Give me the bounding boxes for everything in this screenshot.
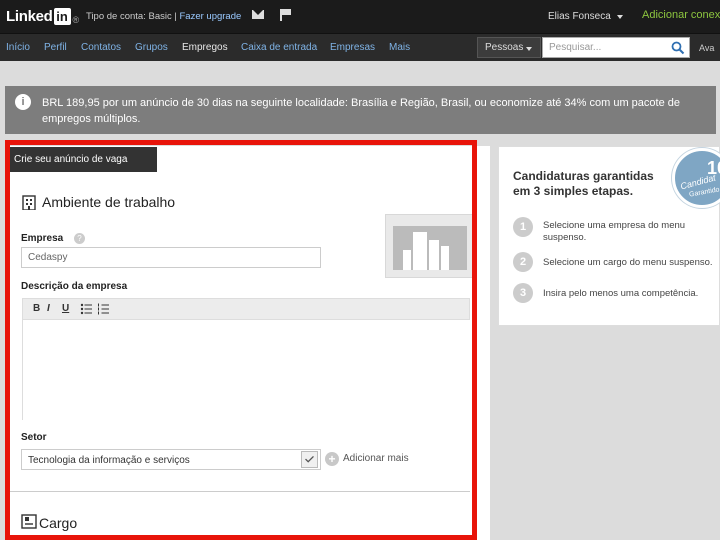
nav-item-groups[interactable]: Grupos [135, 42, 168, 53]
add-more-link[interactable]: Adicionar mais [343, 453, 409, 464]
search-type-label: Pessoas [485, 42, 524, 53]
description-editor[interactable] [22, 320, 470, 420]
create-job-tab[interactable]: Crie seu anúncio de vaga [6, 147, 157, 172]
logo-trademark: ® [72, 15, 80, 25]
building-icon [22, 195, 36, 210]
advanced-search-link[interactable]: Ava [699, 43, 714, 53]
step-text: Selecione um cargo do menu suspenso. [543, 257, 713, 268]
section-title-job: Cargo [39, 515, 78, 531]
search-icon[interactable] [671, 41, 685, 55]
underline-button[interactable]: U [62, 303, 69, 314]
search-type-dropdown[interactable]: Pessoas [477, 37, 541, 58]
section-divider [6, 491, 470, 492]
nav-item-jobs[interactable]: Empregos [182, 42, 228, 53]
account-type-label: Tipo de conta: Basic | [86, 11, 180, 22]
pricing-banner: i BRL 189,95 por um anúncio de 30 dias n… [5, 86, 716, 134]
user-name[interactable]: Elias Fonseca [548, 11, 611, 22]
flag-icon[interactable] [280, 9, 292, 21]
company-label: Empresa [21, 233, 64, 244]
help-icon[interactable]: ? [74, 233, 85, 244]
company-input[interactable] [21, 247, 321, 268]
main-nav: Início Perfil Contatos Grupos Empregos C… [0, 33, 720, 61]
step-number: 2 [513, 252, 533, 272]
id-card-icon [21, 514, 37, 529]
linkedin-logo[interactable]: Linked in ® [6, 6, 79, 26]
step-number: 1 [513, 217, 533, 237]
bullet-list-icon[interactable] [80, 303, 92, 315]
account-type: Tipo de conta: Basic | Fazer upgrade [86, 11, 241, 22]
add-contacts-link[interactable]: Adicionar conex [642, 9, 720, 21]
search-input[interactable] [542, 37, 690, 58]
numbered-list-icon[interactable] [97, 303, 109, 315]
banner-text: BRL 189,95 por um anúncio de 30 dias na … [42, 97, 680, 125]
step-text: Selecione uma empresa do menu suspenso. [543, 220, 686, 243]
mail-icon[interactable] [252, 10, 264, 19]
chevron-down-icon[interactable] [617, 15, 623, 19]
upgrade-link[interactable]: Fazer upgrade [179, 11, 241, 22]
info-icon: i [15, 94, 31, 110]
guarantee-title: Candidaturas garantidas em 3 simples eta… [513, 169, 654, 198]
building-icon [393, 226, 467, 270]
section-title-workplace: Ambiente de trabalho [42, 194, 176, 210]
step-number: 3 [513, 283, 533, 303]
checkmark-dropdown-icon[interactable] [301, 451, 318, 468]
company-logo-placeholder [385, 214, 473, 278]
nav-item-profile[interactable]: Perfil [44, 42, 67, 53]
nav-item-home[interactable]: Início [6, 42, 30, 53]
editor-toolbar: B I U [22, 298, 470, 320]
nav-item-companies[interactable]: Empresas [330, 42, 375, 53]
chevron-down-icon [526, 47, 532, 51]
italic-button[interactable]: I [47, 303, 50, 314]
nav-item-more[interactable]: Mais [389, 42, 410, 53]
bold-button[interactable]: B [33, 303, 40, 314]
sector-select[interactable]: Tecnologia da informação e serviços [21, 449, 321, 470]
step-text: Insira pelo menos uma competência. [543, 288, 699, 299]
job-post-form: Crie seu anúncio de vaga Ambiente de tra… [5, 146, 490, 540]
nav-item-contacts[interactable]: Contatos [81, 42, 121, 53]
description-label: Descrição da empresa [21, 281, 128, 292]
logo-text: Linked [6, 7, 53, 25]
logo-in-box: in [53, 7, 71, 25]
nav-item-inbox[interactable]: Caixa de entrada [241, 42, 317, 53]
top-bar: Linked in ® Tipo de conta: Basic | Fazer… [0, 0, 720, 33]
sector-label: Setor [21, 432, 47, 443]
plus-icon[interactable]: + [325, 452, 339, 466]
